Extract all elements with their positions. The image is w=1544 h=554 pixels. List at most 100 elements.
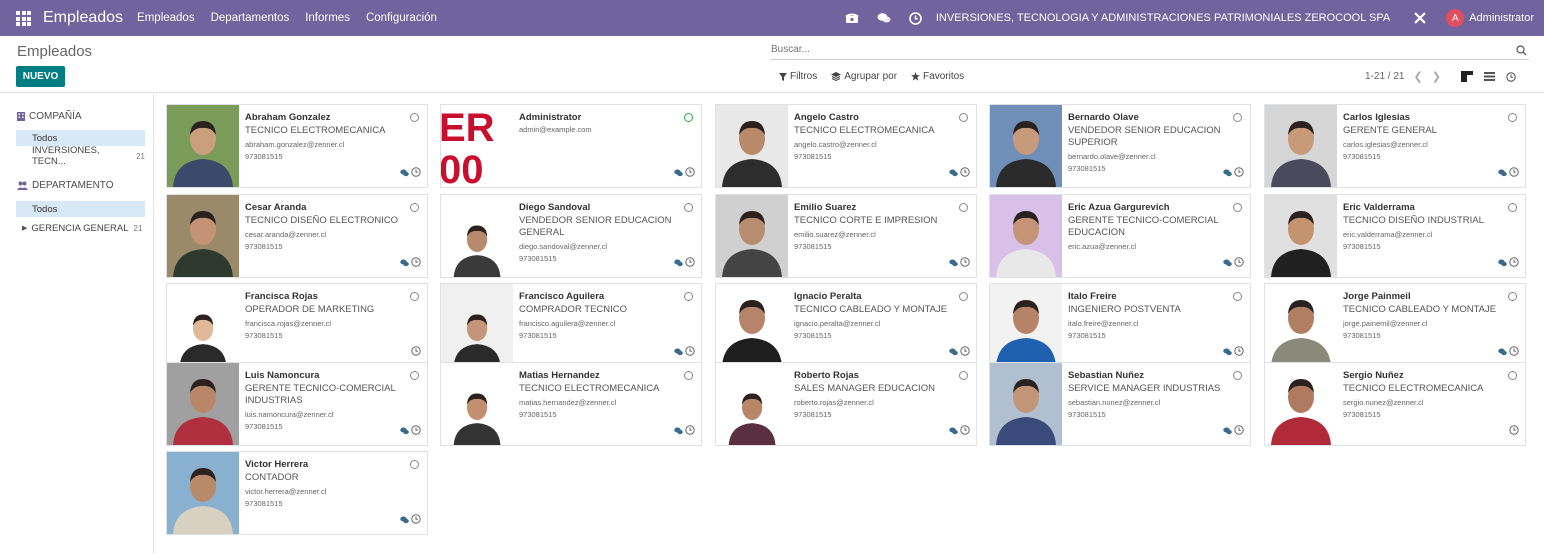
messages-icon[interactable]	[877, 11, 891, 25]
employee-card[interactable]: Victor Herrera CONTADOR victor.herrera@zen…	[166, 451, 428, 535]
menu-configuracion[interactable]: Configuración	[366, 12, 437, 24]
activity-clock-icon[interactable]	[1234, 343, 1244, 361]
chat-icon[interactable]	[1498, 164, 1507, 182]
chat-icon[interactable]	[674, 254, 683, 272]
employee-card[interactable]: Carlos Iglesias GERENTE GENERAL carlos.igl…	[1264, 104, 1526, 188]
phone-icon[interactable]	[844, 11, 859, 25]
app-brand[interactable]: Empleados	[43, 9, 123, 27]
search-icon[interactable]	[1516, 43, 1527, 61]
activity-clock-icon[interactable]	[411, 343, 421, 361]
chat-icon[interactable]	[674, 422, 683, 440]
chat-icon[interactable]	[674, 343, 683, 361]
activity-clock-icon[interactable]	[685, 343, 695, 361]
activity-clock-icon[interactable]	[960, 254, 970, 272]
employee-card[interactable]: Diego Sandoval VENDEDOR SENIOR EDUCACION …	[440, 194, 702, 278]
activity-clock-icon[interactable]	[1509, 343, 1519, 361]
activity-clock-icon[interactable]	[1509, 422, 1519, 440]
chat-icon[interactable]	[1223, 422, 1232, 440]
employee-card[interactable]: Eric Azua Gargurevich GERENTE TECNICO-COM…	[989, 194, 1251, 278]
favorites-toggle[interactable]: Favoritos	[911, 71, 964, 82]
activity-clock-icon[interactable]	[1234, 254, 1244, 272]
chat-icon[interactable]	[674, 164, 683, 182]
pager-next-icon[interactable]: ❯	[1432, 70, 1441, 83]
employee-card[interactable]: Ignacio Peralta TECNICO CABLEADO Y MONTAJ…	[715, 283, 977, 367]
activity-clock-icon[interactable]	[1509, 164, 1519, 182]
menu-informes[interactable]: Informes	[305, 12, 350, 24]
employee-phone: 973081515	[1343, 242, 1381, 251]
chat-icon[interactable]	[1223, 164, 1232, 182]
chat-icon[interactable]	[1498, 343, 1507, 361]
employee-card[interactable]: Francisco Aguilera COMPRADOR TECNICO franc…	[440, 283, 702, 367]
employee-card[interactable]: Jorge Painmeil TECNICO CABLEADO Y MONTAJE…	[1264, 283, 1526, 367]
activity-clock-icon[interactable]	[411, 511, 421, 529]
menu-empleados[interactable]: Empleados	[137, 12, 195, 24]
company-switcher[interactable]: INVERSIONES, TECNOLOGIA Y ADMINISTRACION…	[936, 12, 1390, 24]
caret-right-icon[interactable]: ▶	[22, 224, 27, 232]
employee-job-title: TECNICO CABLEADO Y MONTAJE	[1343, 304, 1497, 315]
company-filter-all[interactable]: Todos	[16, 130, 145, 146]
activity-clock-icon[interactable]	[1234, 422, 1244, 440]
presence-status-icon	[684, 292, 693, 301]
employee-card[interactable]: Abraham Gonzalez TECNICO ELECTROMECANICA a…	[166, 104, 428, 188]
activity-clock-icon[interactable]	[1234, 164, 1244, 182]
employee-card[interactable]: Matias Hernandez TECNICO ELECTROMECANICA m…	[440, 362, 702, 446]
employee-card[interactable]: Bernardo Olave VENDEDOR SENIOR EDUCACION …	[989, 104, 1251, 188]
activity-clock-icon[interactable]	[411, 254, 421, 272]
search-input[interactable]	[771, 44, 1491, 55]
chat-icon[interactable]	[1223, 343, 1232, 361]
activity-clock-icon[interactable]	[685, 254, 695, 272]
activity-clock-icon[interactable]	[960, 164, 970, 182]
chat-icon[interactable]	[1498, 254, 1507, 272]
kanban-view-icon[interactable]	[1461, 71, 1473, 82]
activity-clock-icon[interactable]	[960, 343, 970, 361]
apps-menu-icon[interactable]	[16, 11, 34, 26]
employee-name: Sergio Nuñez	[1343, 370, 1404, 381]
employee-phone: 973081515	[245, 499, 283, 508]
employee-name: Eric Valderrama	[1343, 202, 1415, 213]
chat-icon[interactable]	[949, 343, 958, 361]
department-filter-item[interactable]: ▶ GERENCIA GENERAL 21	[16, 220, 145, 236]
employee-card[interactable]: Cesar Aranda TECNICO DISEÑO ELECTRONICO ce…	[166, 194, 428, 278]
group-by-toggle[interactable]: Agrupar por	[831, 71, 897, 82]
employee-email: francisco.aguilera@zenner.cl	[519, 319, 616, 328]
list-view-icon[interactable]	[1484, 72, 1495, 81]
activity-clock-icon[interactable]	[909, 11, 923, 25]
department-filter-all[interactable]: Todos	[16, 201, 145, 217]
employee-card[interactable]: Sebastian Nuñez SERVICE MANAGER INDUSTRIA…	[989, 362, 1251, 446]
activity-view-icon[interactable]	[1506, 71, 1516, 82]
chat-icon[interactable]	[400, 254, 409, 272]
new-button[interactable]: NUEVO	[16, 66, 65, 87]
chat-icon[interactable]	[400, 164, 409, 182]
menu-departamentos[interactable]: Departamentos	[211, 12, 290, 24]
employee-card[interactable]: Angelo Castro TECNICO ELECTROMECANICA ange…	[715, 104, 977, 188]
chat-icon[interactable]	[949, 164, 958, 182]
activity-clock-icon[interactable]	[685, 164, 695, 182]
pager-value[interactable]: 1-21 / 21	[1365, 71, 1404, 82]
chat-icon[interactable]	[1223, 254, 1232, 272]
employee-card[interactable]: Francisca Rojas OPERADOR DE MARKETING fran…	[166, 283, 428, 367]
chat-icon[interactable]	[400, 422, 409, 440]
employee-job-title: COMPRADOR TECNICO	[519, 304, 628, 315]
employee-card[interactable]: Italo Freire INGENIERO POSTVENTA italo.fre…	[989, 283, 1251, 367]
employee-card[interactable]: ER 00 Administrator admin@example.com	[440, 104, 702, 188]
chat-icon[interactable]	[949, 254, 958, 272]
chat-icon[interactable]	[400, 511, 409, 529]
pager-previous-icon[interactable]: ❮	[1413, 70, 1422, 83]
activity-clock-icon[interactable]	[685, 422, 695, 440]
employee-card[interactable]: Luis Namoncura GERENTE TECNICO-COMERCIAL …	[166, 362, 428, 446]
chat-icon[interactable]	[949, 422, 958, 440]
employee-card[interactable]: Roberto Rojas SALES MANAGER EDUCACION robe…	[715, 362, 977, 446]
activity-clock-icon[interactable]	[411, 164, 421, 182]
user-menu[interactable]: Administrator	[1469, 12, 1534, 24]
activity-clock-icon[interactable]	[1509, 254, 1519, 272]
company-filter-item[interactable]: INVERSIONES, TECN... 21	[16, 145, 145, 167]
employee-card[interactable]: Emilio Suarez TECNICO CORTE E IMPRESION em…	[715, 194, 977, 278]
activity-clock-icon[interactable]	[960, 422, 970, 440]
user-avatar[interactable]: A	[1446, 9, 1465, 27]
presence-status-icon	[410, 460, 419, 469]
activity-clock-icon[interactable]	[411, 422, 421, 440]
filters-toggle[interactable]: Filtros	[779, 71, 817, 82]
employee-card[interactable]: Sergio Nuñez TECNICO ELECTROMECANICA sergi…	[1264, 362, 1526, 446]
debug-tools-icon[interactable]	[1413, 11, 1427, 25]
employee-card[interactable]: Eric Valderrama TECNICO DISEÑO INDUSTRIAL…	[1264, 194, 1526, 278]
